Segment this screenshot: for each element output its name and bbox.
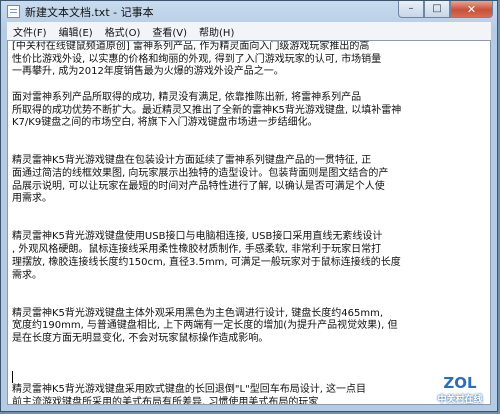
zol-caption: 中关村在线 xyxy=(437,395,483,405)
text-line xyxy=(12,346,482,359)
text-line: 面对雷神系列产品所取得的成功, 精灵没有满足, 依靠推陈出新, 将雷神系列产品 xyxy=(12,91,362,103)
text-line: 前主流游戏键盘所采用的美式布局有所差异, 习惯使用美式布局的玩家 xyxy=(12,396,319,405)
minimize-button[interactable]: – xyxy=(398,1,424,18)
text-line xyxy=(12,219,482,232)
window-controls: – □ ✕ xyxy=(398,1,493,18)
text-line xyxy=(12,143,482,156)
text-line: 需求。 xyxy=(12,269,42,281)
text-line: 宽度约190mm, 与普通键盘相比, 上下两端有一定长度的增加(为提升产品视觉效… xyxy=(12,320,398,332)
text-line xyxy=(12,282,482,295)
text-line: 理摆放, 橡胶连接线长度约150cm, 直径3.5mm, 可满足一般玩家对于鼠标… xyxy=(12,256,401,268)
text-line xyxy=(12,295,482,308)
text-line: 所取得的成功优势不断扩大。最近精灵又推出了全新的雷神K5背光游戏键盘, 以填补雷… xyxy=(12,104,402,116)
text-line xyxy=(12,358,482,371)
text-line xyxy=(12,371,482,384)
close-button[interactable]: ✕ xyxy=(450,1,493,18)
text-line: 面通过简洁的线框效果图, 向玩家展示出独特的造型设计。包装背面则是图文结合的产 xyxy=(12,167,389,179)
maximize-button[interactable]: □ xyxy=(424,1,450,18)
text-line xyxy=(12,206,482,219)
text-line: 精灵雷神K5背光游戏键盘使用USB接口与电脑相连接, USB接口采用直线无紊线设… xyxy=(12,231,383,243)
menu-format[interactable]: 格式(O) xyxy=(99,24,147,39)
notepad-window: 新建文本文档.txt - 记事本 – □ ✕ 文件(F) 编辑(E) 格式(O)… xyxy=(0,0,498,412)
text-line xyxy=(12,79,482,92)
menu-bar: 文件(F) 编辑(E) 格式(O) 查看(V) 帮助(H) xyxy=(7,22,491,41)
text-line: 一再攀升, 成为2012年度销售最为火爆的游戏外设产品之一。 xyxy=(12,66,284,78)
text-line xyxy=(12,130,482,143)
text-line: 品展示说明, 可以让玩家在最短的时间对产品特性进行了解, 以确认是否可满足个人使 xyxy=(12,180,385,192)
title-bar[interactable]: 新建文本文档.txt - 记事本 – □ ✕ xyxy=(1,1,497,22)
text-line: K7/K9键盘之间的市场空白, 将旗下入门游戏键盘市场进一步结细化。 xyxy=(12,117,318,129)
text-line: 精灵雷神K5背光游戏键盘在包装设计方面延续了雷神系列键盘产品的一贯特征, 正 xyxy=(12,155,372,167)
menu-view[interactable]: 查看(V) xyxy=(146,24,193,39)
text-line: [中关村在线键鼠频道原创] 雷神系列产品, 作为精灵面向入门级游戏玩家推出的高 xyxy=(12,41,370,52)
zol-watermark: ZOL 中关村在线 xyxy=(432,372,488,406)
text-line: 用需求。 xyxy=(12,193,52,205)
text-line: 精灵雷神K5背光游戏键盘采用欧式键盘的长回退倒"L"型回车布局设计, 这一点目 xyxy=(12,383,367,395)
text-line: 是在长度方面无明显变化, 不会对玩家鼠标操作造成影响。 xyxy=(12,333,269,345)
text-line: 性价比游戏外设, 以实惠的价格和绚丽的外观, 得到了入门游戏玩家的认可, 市场销… xyxy=(12,53,382,65)
text-line: , 外观风格硬朗。鼠标连接线采用柔性橡胶材质制作, 手感柔软, 非常利于玩家日常… xyxy=(12,244,382,256)
menu-help[interactable]: 帮助(H) xyxy=(193,24,240,39)
menu-file[interactable]: 文件(F) xyxy=(7,24,53,39)
window-title: 新建文本文档.txt - 记事本 xyxy=(25,5,154,19)
zol-logo: ZOL xyxy=(443,374,477,392)
text-editor[interactable]: [中关村在线键鼠频道原创] 雷神系列产品, 作为精灵面向入门级游戏玩家推出的高性… xyxy=(7,40,491,405)
text-cursor xyxy=(12,371,13,384)
menu-edit[interactable]: 编辑(E) xyxy=(53,24,99,39)
document-text[interactable]: [中关村在线键鼠频道原创] 雷神系列产品, 作为精灵面向入门级游戏玩家推出的高性… xyxy=(12,41,482,405)
notepad-icon xyxy=(7,5,20,18)
text-line: 精灵雷神K5背光游戏键盘主体外观采用黑色为主色调进行设计, 键盘长度约465mm… xyxy=(12,307,384,319)
